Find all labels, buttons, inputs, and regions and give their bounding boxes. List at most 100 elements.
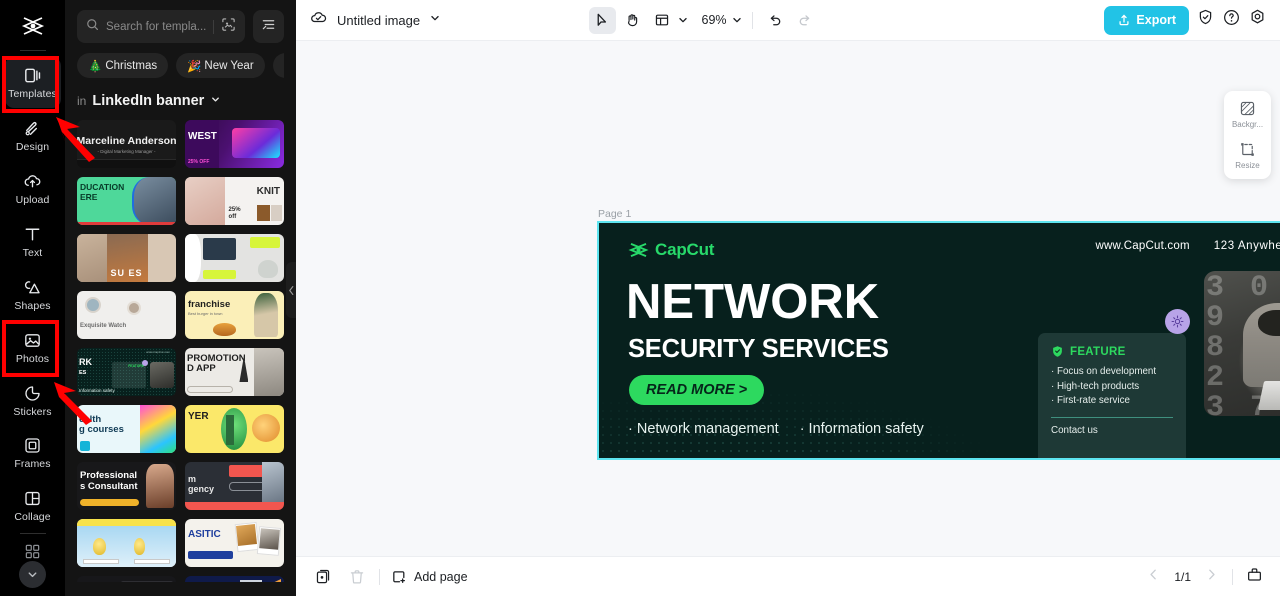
zoom-control[interactable]: 69% bbox=[699, 13, 743, 27]
layout-tool-button[interactable] bbox=[649, 7, 689, 34]
sidebar-item-label: Templates bbox=[8, 88, 57, 101]
shield-icon[interactable] bbox=[1196, 8, 1215, 32]
sidebar-item-templates[interactable]: Templates bbox=[4, 57, 61, 108]
read-more-button[interactable]: READ MORE > bbox=[629, 375, 765, 405]
sidebar-item-shapes[interactable]: Shapes bbox=[5, 269, 61, 320]
title-chevron-down-icon[interactable] bbox=[429, 11, 441, 29]
export-label: Export bbox=[1136, 13, 1176, 27]
present-icon bbox=[1248, 567, 1261, 581]
bottom-right-controls: 1/1 bbox=[1146, 566, 1263, 588]
category-prefix: in bbox=[77, 94, 87, 108]
banner-subheadline: SECURITY SERVICES bbox=[628, 335, 889, 363]
template-tile[interactable] bbox=[77, 519, 176, 567]
collage-icon bbox=[22, 488, 43, 509]
banner-website: www.CapCut.com bbox=[1095, 240, 1190, 252]
chip-pro[interactable]: Pro bbox=[272, 53, 284, 78]
party-popper-icon: 🎉 bbox=[187, 60, 202, 73]
undo-icon bbox=[770, 15, 781, 26]
template-tile[interactable]: franchise Best burger in town bbox=[185, 291, 284, 339]
resize-button[interactable]: Resize bbox=[1235, 141, 1260, 170]
template-tile[interactable]: YER bbox=[185, 405, 284, 453]
background-button[interactable]: Backgr... bbox=[1232, 100, 1263, 129]
chip-new-year[interactable]: 🎉 New Year bbox=[176, 53, 265, 78]
export-button[interactable]: Export bbox=[1104, 5, 1189, 35]
template-tile[interactable]: KNIT 25% off bbox=[185, 177, 284, 225]
gear-icon[interactable] bbox=[1248, 8, 1267, 32]
design-canvas[interactable]: CapCut NETWORK SECURITY SERVICES READ MO… bbox=[597, 221, 1280, 460]
hand-tool-button[interactable] bbox=[619, 7, 646, 34]
sidebar-item-collage[interactable]: Collage bbox=[5, 480, 61, 531]
background-label: Backgr... bbox=[1231, 120, 1264, 129]
filter-button[interactable] bbox=[253, 10, 284, 43]
chip-christmas[interactable]: 🎄 Christmas bbox=[77, 53, 169, 78]
template-tile[interactable] bbox=[185, 234, 284, 282]
sidebar-item-upload[interactable]: Upload bbox=[5, 163, 61, 214]
sidebar-collapse-button[interactable] bbox=[19, 561, 46, 588]
capcut-logo-icon bbox=[628, 243, 649, 257]
capcut-logo-icon[interactable] bbox=[11, 6, 55, 45]
banner-headline: NETWORK bbox=[626, 275, 880, 329]
banner-design: CapCut NETWORK SECURITY SERVICES READ MO… bbox=[599, 223, 1280, 458]
select-tool-button[interactable] bbox=[588, 6, 616, 34]
sidebar-item-label: Upload bbox=[15, 194, 50, 207]
category-selector[interactable]: in LinkedIn banner bbox=[77, 92, 284, 110]
upload-cloud-icon bbox=[22, 171, 43, 192]
template-tile[interactable]: douse bbox=[185, 576, 284, 582]
sidebar-divider bbox=[19, 50, 46, 52]
duplicate-page-button[interactable] bbox=[313, 566, 335, 588]
add-page-button[interactable]: Add page bbox=[391, 569, 468, 585]
panel-collapse-handle[interactable] bbox=[286, 262, 296, 318]
templates-grid: Marceline Anderson - Digital Marketing M… bbox=[65, 110, 296, 582]
prev-page-button[interactable] bbox=[1146, 567, 1161, 587]
template-tile[interactable]: Professional s Consultant bbox=[77, 462, 176, 510]
template-tile[interactable]: ealth g courses bbox=[77, 405, 176, 453]
template-tile[interactable]: SU ES bbox=[77, 234, 176, 282]
banner-contact-row: www.CapCut.com 123 Anywhere St., Any Cit… bbox=[1096, 237, 1280, 255]
feature-contact-link[interactable]: Contact us bbox=[1051, 425, 1173, 436]
banner-brand-label: CapCut bbox=[655, 240, 715, 259]
chevron-down-icon bbox=[28, 572, 37, 578]
next-page-button[interactable] bbox=[1204, 567, 1219, 587]
filter-icon bbox=[261, 17, 276, 37]
feature-card-title: FEATURE bbox=[1070, 345, 1126, 358]
template-tile[interactable]: ASITIC bbox=[185, 519, 284, 567]
text-icon bbox=[22, 224, 43, 245]
banner-photo-hacker: 3 0 4 98 1 5 23 7 6 39 2 1 9 bbox=[1204, 271, 1280, 416]
template-tile[interactable]: DUCATION ERE bbox=[77, 177, 176, 225]
bottom-toolbar: Add page 1/1 bbox=[296, 556, 1280, 596]
canvas-area[interactable]: Page 1 CapCut NETWORK SECURITY SERVICES … bbox=[296, 41, 1280, 556]
cloud-check-icon[interactable] bbox=[309, 8, 328, 32]
capcut-editor-window: Templates Design Upload Text Shapes Phot… bbox=[0, 0, 1280, 596]
template-tile[interactable]: PROMOTION D APP bbox=[185, 348, 284, 396]
template-tile[interactable]: Marceline Anderson - Digital Marketing M… bbox=[77, 120, 176, 168]
sidebar-item-design[interactable]: Design bbox=[5, 110, 61, 161]
template-tile[interactable]: m gency bbox=[185, 462, 284, 510]
help-circle-icon[interactable] bbox=[1222, 8, 1241, 32]
banner-bullets: · Network management · Information safet… bbox=[628, 421, 924, 437]
sidebar-item-frames[interactable]: Frames bbox=[5, 427, 61, 478]
document-title[interactable]: Untitled image bbox=[337, 13, 420, 28]
sidebar-item-photos[interactable]: Photos bbox=[5, 322, 61, 373]
search-placeholder: Search for templa... bbox=[106, 20, 207, 33]
template-tile[interactable]: WEST 25% OFF bbox=[185, 120, 284, 168]
sidebar-item-text[interactable]: Text bbox=[5, 216, 61, 267]
template-tile[interactable]: Exquisite Watch bbox=[77, 291, 176, 339]
image-search-icon[interactable] bbox=[221, 17, 236, 37]
search-input[interactable]: Search for templa... bbox=[77, 10, 246, 43]
feature-card-header: FEATURE bbox=[1051, 345, 1173, 358]
sidebar-item-stickers[interactable]: Stickers bbox=[5, 374, 61, 425]
delete-page-button[interactable] bbox=[346, 566, 368, 588]
present-button[interactable] bbox=[1246, 566, 1263, 588]
layout-icon-wrap[interactable] bbox=[649, 7, 676, 34]
templates-panel: Search for templa... 🎄 Christmas 🎉 New Y… bbox=[65, 0, 296, 596]
christmas-tree-icon: 🎄 bbox=[88, 60, 103, 73]
banner-brand: CapCut bbox=[628, 240, 714, 260]
undo-button[interactable] bbox=[762, 7, 789, 34]
chip-label: New Year bbox=[204, 59, 254, 72]
feature-card: FEATURE · Focus on development · High-te… bbox=[1038, 333, 1186, 458]
chevron-left-icon bbox=[289, 285, 294, 295]
feature-card-divider bbox=[1051, 416, 1173, 418]
template-tile[interactable]: HomeYour Dreams! bbox=[77, 576, 176, 582]
template-tile[interactable]: RK ES Information safety FEATURE www.CapC… bbox=[77, 348, 176, 396]
redo-button[interactable] bbox=[792, 7, 819, 34]
